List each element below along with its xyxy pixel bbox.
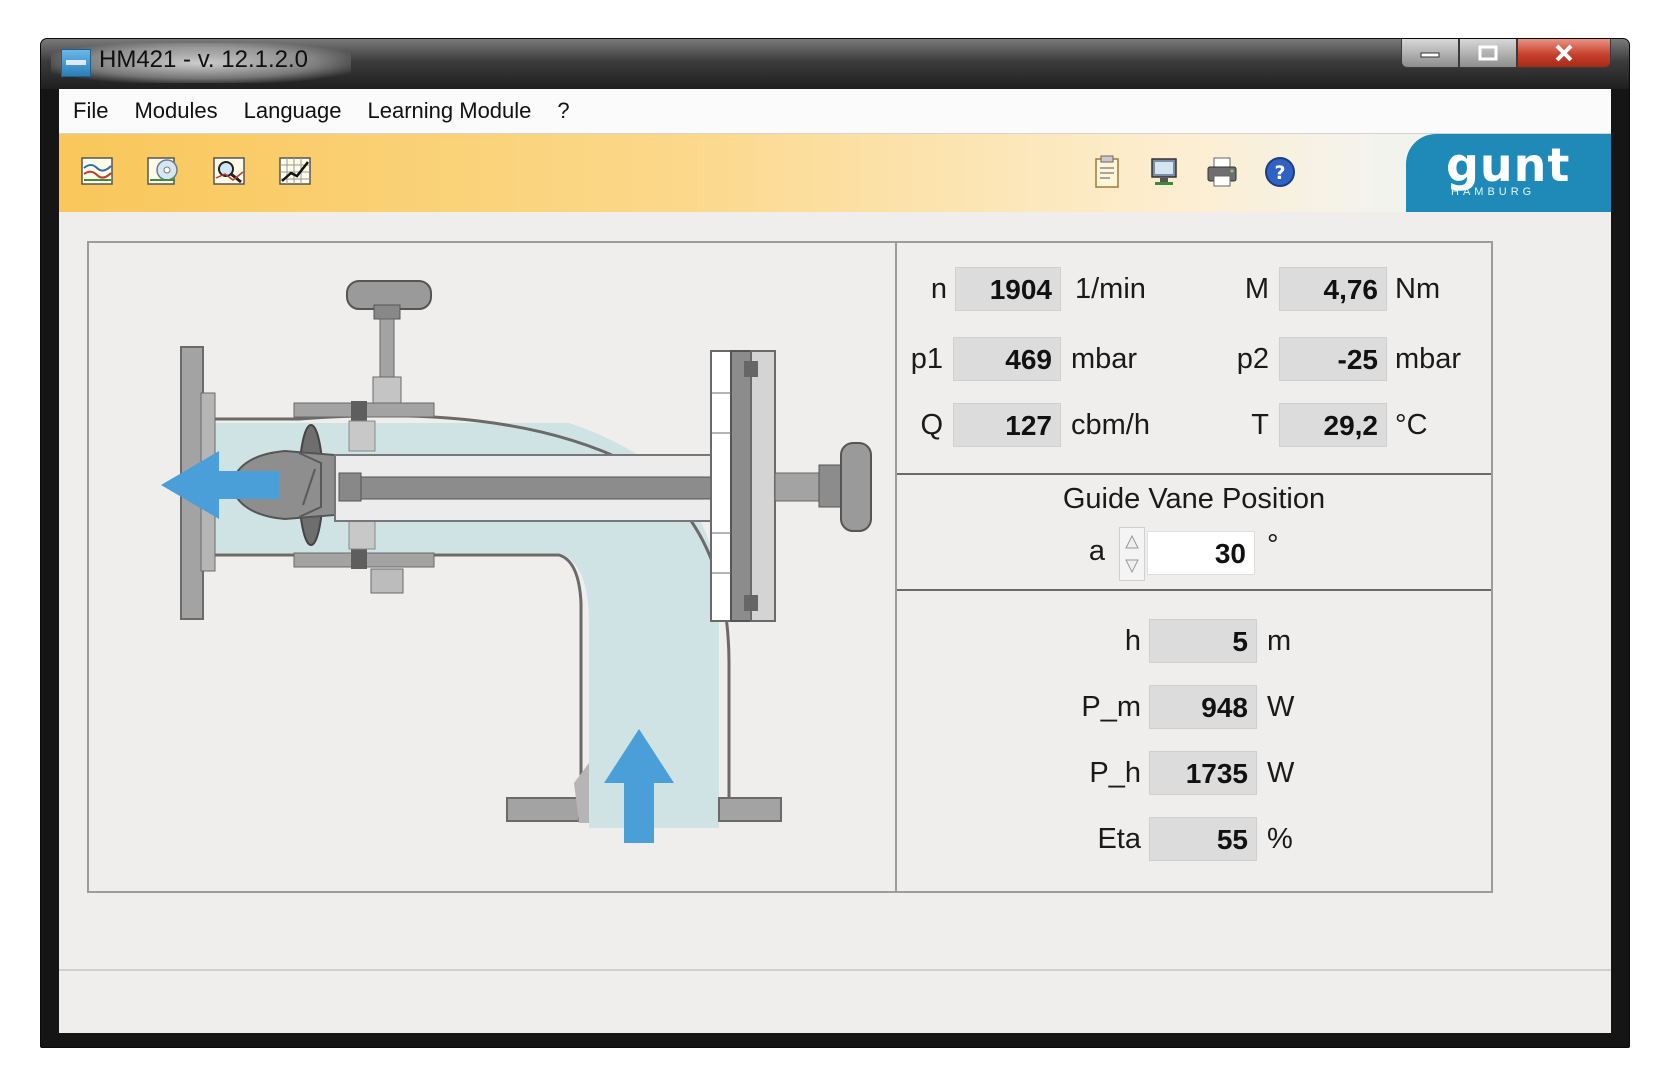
zoom-chart-button[interactable] [211, 154, 247, 190]
menu-help[interactable]: ? [557, 98, 569, 124]
window-controls [1401, 39, 1611, 69]
label-h: h [1124, 625, 1141, 657]
label-P_m: P_m [1081, 691, 1141, 723]
toolbar: ? gunt HAMBURG [59, 134, 1611, 212]
value-P_h: 1735 [1149, 751, 1257, 795]
label-p2: p2 [1236, 343, 1269, 375]
divider-2 [897, 589, 1491, 591]
value-Q: 127 [953, 403, 1061, 447]
guide-vane-spinner[interactable] [1119, 527, 1145, 581]
label-M: M [1244, 273, 1269, 305]
disk-chart-icon [147, 157, 178, 185]
app-window: HM421 - v. 12.1.2.0 File Modules Languag… [40, 38, 1630, 1048]
unit-p2: mbar [1395, 343, 1462, 375]
value-T: 29,2 [1279, 403, 1387, 447]
unit-P_h: W [1267, 757, 1295, 789]
maximize-icon [1478, 45, 1498, 61]
title-bar[interactable]: HM421 - v. 12.1.2.0 [41, 39, 1629, 89]
unit-p1: mbar [1071, 343, 1138, 375]
clipboard-icon [1095, 155, 1119, 188]
unit-Q: cbm/h [1071, 409, 1150, 441]
gunt-logo: gunt HAMBURG [1406, 134, 1611, 212]
status-bar-divider [59, 969, 1611, 971]
menu-bar: File Modules Language Learning Module ? [59, 89, 1611, 134]
label-guide-vane: a [1088, 535, 1105, 567]
menu-modules[interactable]: Modules [134, 98, 217, 124]
menu-learning-module[interactable]: Learning Module [368, 98, 532, 124]
label-p1: p1 [910, 343, 943, 375]
chart-icon [81, 157, 113, 185]
label-n: n [930, 273, 947, 305]
print-button[interactable] [1204, 154, 1240, 190]
chart-button[interactable] [79, 154, 115, 190]
unit-Eta: % [1267, 823, 1293, 855]
label-T: T [1251, 409, 1269, 441]
minimize-button[interactable] [1401, 39, 1459, 68]
monitor-icon [1151, 158, 1177, 185]
value-M: 4,76 [1279, 267, 1387, 311]
logo-text: gunt [1446, 138, 1571, 192]
svg-text:?: ? [1274, 162, 1285, 184]
minimize-icon [1420, 52, 1440, 58]
unit-T: °C [1395, 409, 1428, 441]
menu-file[interactable]: File [73, 98, 108, 124]
guide-vane-input[interactable]: 30 [1147, 531, 1255, 575]
unit-P_m: W [1267, 691, 1295, 723]
disk-chart-button[interactable] [145, 154, 181, 190]
spin-up-icon[interactable] [1123, 530, 1141, 552]
client-area: File Modules Language Learning Module ? [59, 89, 1611, 1033]
menu-language[interactable]: Language [244, 98, 342, 124]
value-P_m: 948 [1149, 685, 1257, 729]
close-icon [1555, 44, 1573, 62]
window-title: HM421 - v. 12.1.2.0 [99, 46, 308, 73]
measurement-panel: n 1904 1/min M 4,76 Nm p1 469 mbar p2 -2… [895, 241, 1493, 893]
unit-guide-vane: ° [1267, 529, 1279, 561]
value-p2: -25 [1279, 337, 1387, 381]
app-icon[interactable] [61, 49, 91, 77]
turbine-diagram [161, 280, 872, 843]
label-Eta: Eta [1097, 823, 1141, 855]
turbine-diagram-panel [87, 241, 897, 893]
label-P_h: P_h [1089, 757, 1141, 789]
help-icon: ? [1265, 157, 1295, 187]
close-button[interactable] [1517, 39, 1611, 68]
guide-vane-title: Guide Vane Position [1062, 483, 1326, 515]
divider-1 [897, 473, 1491, 475]
value-Eta: 55 [1149, 817, 1257, 861]
spin-down-icon[interactable] [1123, 556, 1141, 578]
unit-h: m [1267, 625, 1292, 657]
logo-subtitle: HAMBURG [1451, 186, 1536, 198]
printer-icon [1207, 157, 1237, 187]
help-button[interactable]: ? [1262, 154, 1298, 190]
zoom-chart-icon [213, 157, 245, 185]
maximize-button[interactable] [1459, 39, 1517, 68]
unit-n: 1/min [1075, 273, 1146, 305]
grid-chart-button[interactable] [277, 154, 313, 190]
value-p1: 469 [953, 337, 1061, 381]
clipboard-button[interactable] [1089, 154, 1125, 190]
monitor-button[interactable] [1146, 154, 1182, 190]
grid-chart-icon [279, 157, 311, 185]
value-n: 1904 [955, 267, 1061, 311]
label-Q: Q [920, 409, 943, 441]
value-h: 5 [1149, 619, 1257, 663]
unit-M: Nm [1395, 273, 1441, 305]
